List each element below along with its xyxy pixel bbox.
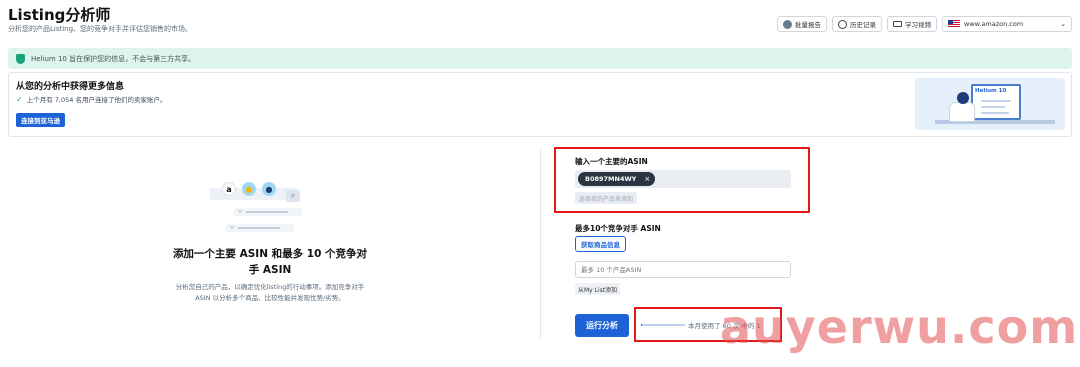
history-label: 历史记录 — [850, 21, 876, 29]
run-analysis-button[interactable]: 运行分析 — [575, 314, 629, 337]
search-icon: ⌕ — [286, 190, 300, 202]
top-actions: 批量报告 历史记录 学习视频 www.amazon.com ⌄ — [777, 16, 1072, 32]
promo-line — [981, 112, 1009, 114]
empty-state-description: 分析您自己的产品，以确定优化listing的行动事项。添加竞争对手 ASIN 以… — [175, 283, 365, 302]
check-icon: ✓ — [16, 94, 23, 104]
highlight-box-main-asin — [554, 147, 810, 213]
amazon-logo-icon: a — [222, 182, 236, 196]
info-card-stat-text: 上个月有 7,054 名用户连接了他们的卖家账户。 — [26, 96, 167, 104]
info-card-stat: ✓ 上个月有 7,054 名用户连接了他们的卖家账户。 — [16, 94, 167, 105]
privacy-banner: Helium 10 旨在保护您的信息，不会与第三方共享。 — [8, 48, 1072, 69]
product-icon: ● — [242, 182, 256, 196]
privacy-text: Helium 10 旨在保护您的信息，不会与第三方共享。 — [31, 54, 196, 63]
watermark: auyerwu.com — [720, 300, 1079, 354]
page-title: Listing分析师 — [8, 6, 111, 24]
competitor-asin-label: 最多10个竞争对手 ASIN — [575, 224, 661, 233]
bulk-report-button[interactable]: 批量报告 — [777, 16, 827, 32]
marketplace-select[interactable]: www.amazon.com ⌄ — [942, 16, 1072, 32]
promo-person-head — [957, 92, 969, 104]
promo-logo: Helium 10 — [975, 88, 1007, 94]
empty-state-heading: 添加一个主要 ASIN 和最多 10 个竞争对手 ASIN — [172, 248, 368, 276]
info-card-title: 从您的分析中获得更多信息 — [16, 82, 125, 92]
promo-line — [981, 106, 1005, 108]
page-subtitle: 分析您的产品Listing、您的竞争对手并评估您销售的市场。 — [8, 25, 193, 33]
us-flag-icon — [948, 20, 960, 28]
illustration-row: × — [226, 224, 294, 232]
tutorial-button[interactable]: 学习视频 — [887, 16, 937, 32]
competitor-asin-input[interactable] — [575, 261, 791, 278]
asin-illustration: a ● ● ⌕ × × — [210, 180, 310, 240]
history-icon — [838, 19, 847, 29]
connect-amazon-button[interactable]: 连接到亚马逊 — [16, 113, 65, 127]
video-icon — [893, 21, 902, 27]
chevron-down-icon: ⌄ — [1060, 20, 1066, 28]
connect-account-card: 从您的分析中获得更多信息 ✓ 上个月有 7,054 名用户连接了他们的卖家账户。… — [8, 72, 1072, 137]
bulk-report-label: 批量报告 — [795, 21, 821, 29]
tutorial-label: 学习视频 — [905, 21, 931, 29]
product-icon: ● — [262, 182, 276, 196]
panel-divider — [540, 148, 541, 338]
promo-illustration: Helium 10 — [915, 78, 1065, 130]
marketplace-value: www.amazon.com — [964, 20, 1024, 28]
illustration-row: × — [234, 208, 302, 216]
report-icon — [783, 19, 792, 29]
add-from-mylist-button[interactable]: 从My List添加 — [575, 283, 621, 295]
promo-person — [949, 102, 975, 122]
promo-line — [981, 100, 1011, 102]
get-product-info-button[interactable]: 获取商品信息 — [575, 236, 626, 252]
history-button[interactable]: 历史记录 — [832, 16, 882, 32]
shield-icon — [16, 53, 25, 64]
empty-state-panel: a ● ● ⌕ × × 添加一个主要 ASIN 和最多 10 个竞争对手 ASI… — [0, 140, 540, 367]
